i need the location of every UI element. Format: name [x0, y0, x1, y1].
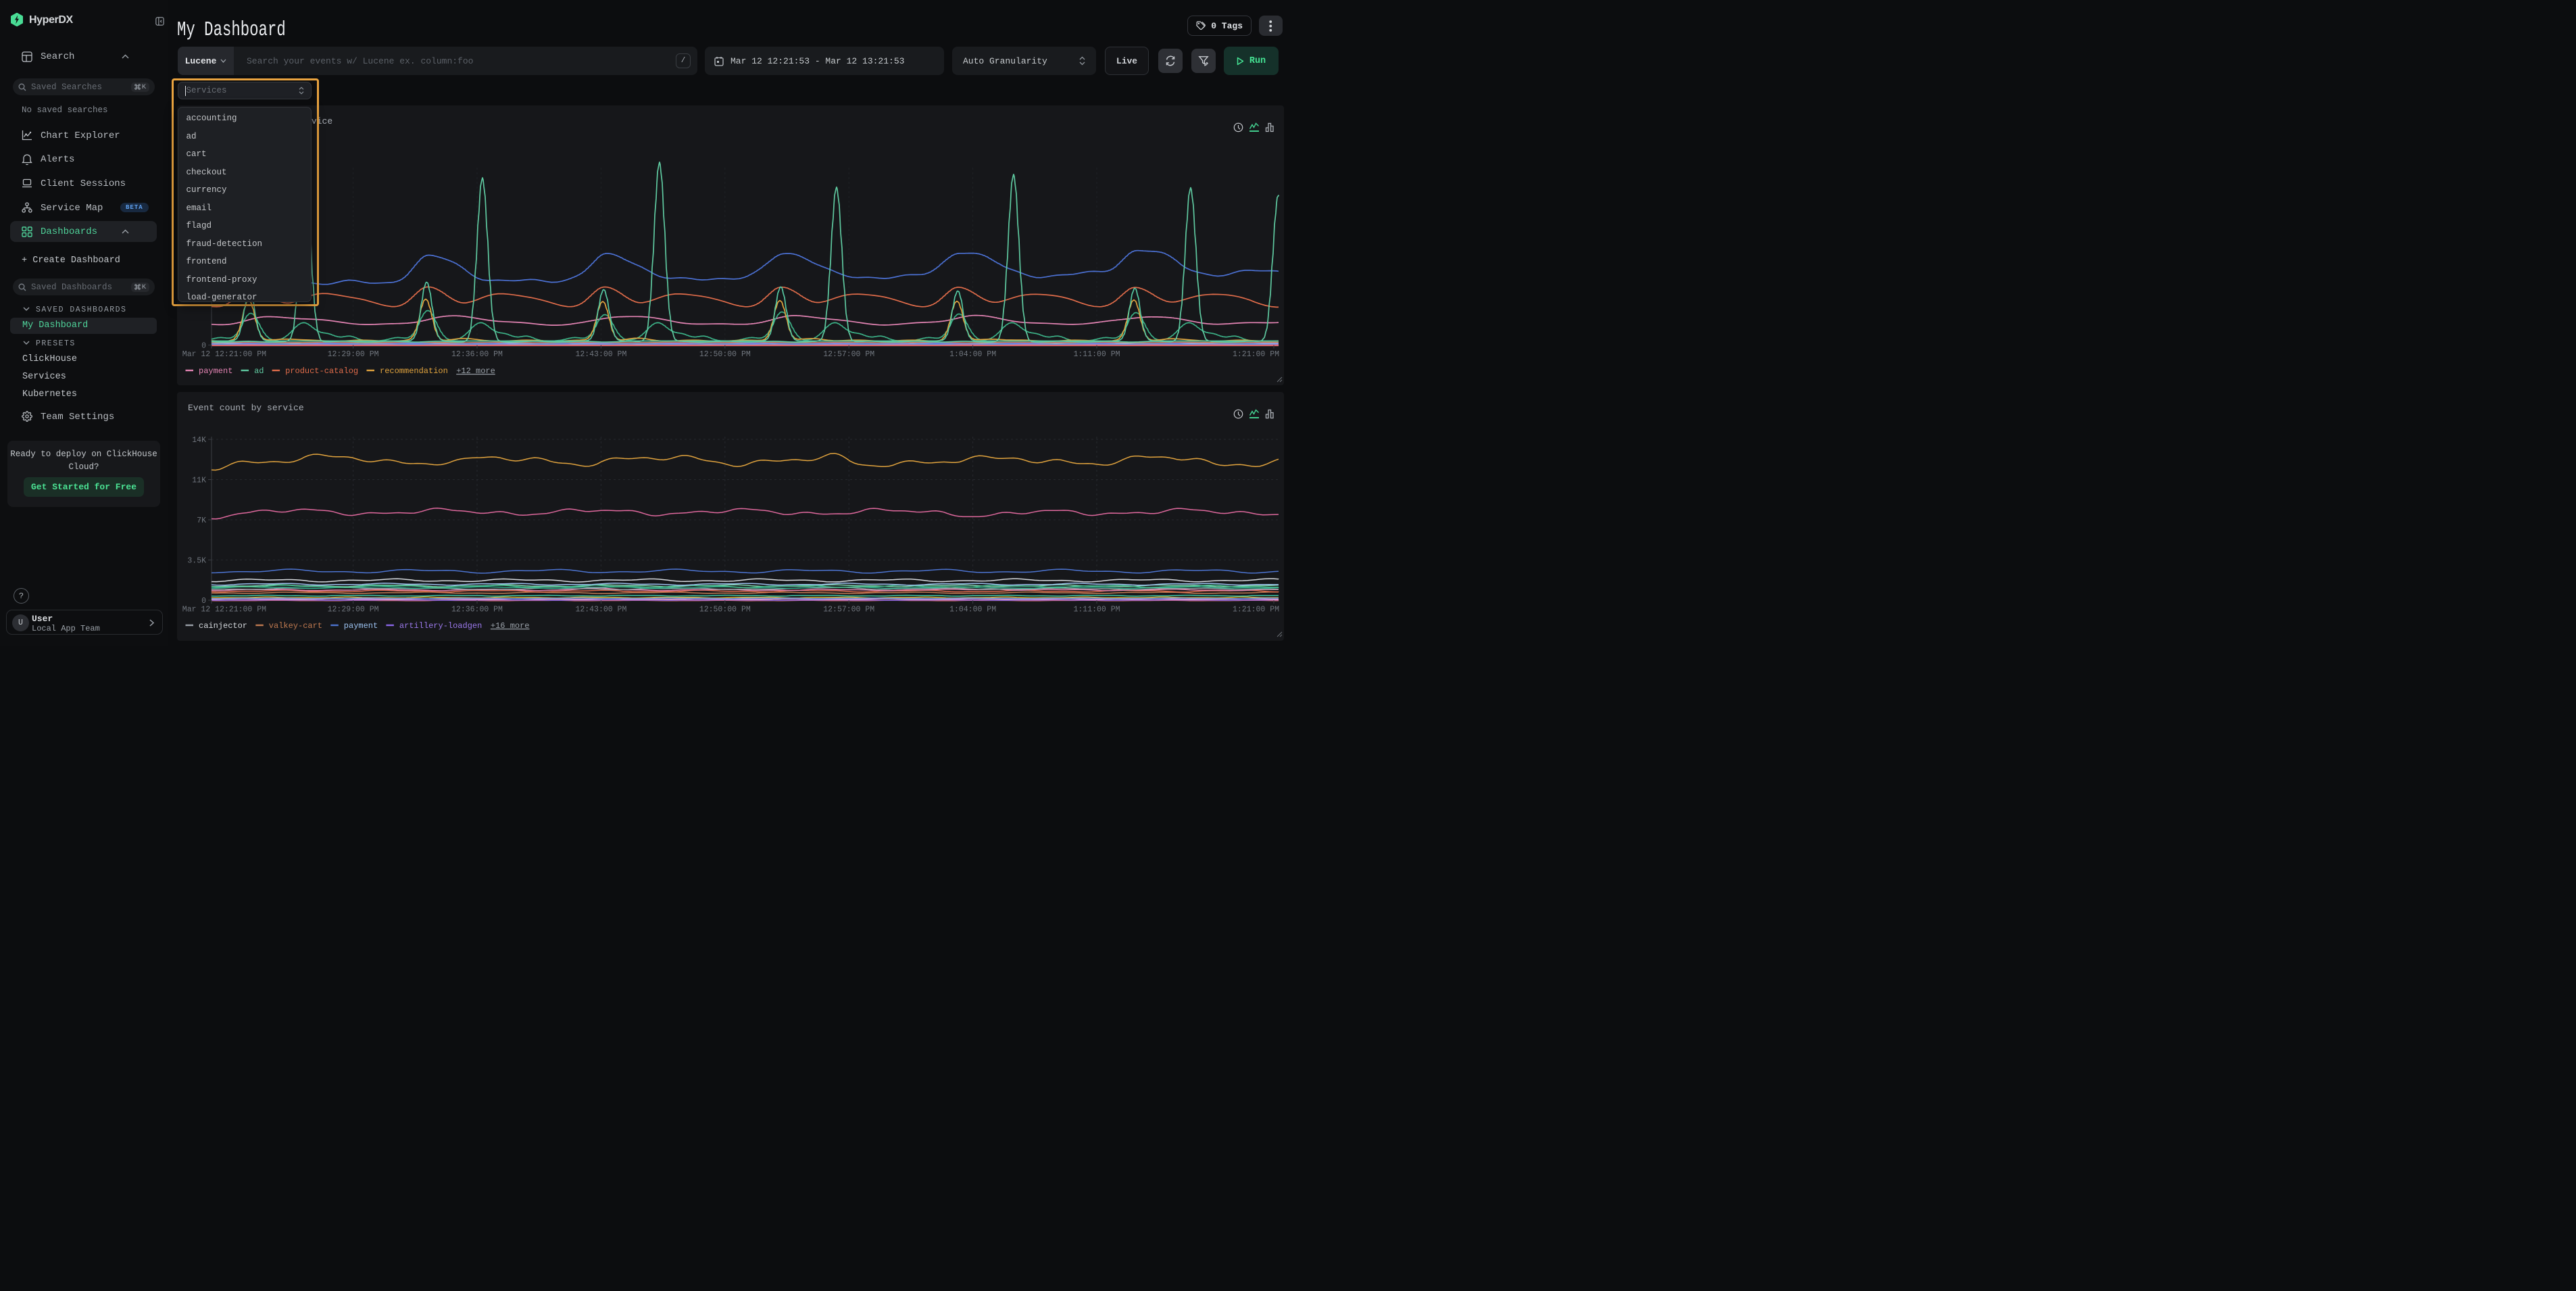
svg-text:1:11:00 PM: 1:11:00 PM: [1073, 606, 1120, 614]
svg-text:payment: payment: [199, 366, 232, 376]
svg-text:1:04:00 PM: 1:04:00 PM: [949, 606, 996, 614]
svg-text:recommendation: recommendation: [380, 366, 448, 376]
svg-text:+16 more: +16 more: [491, 621, 530, 631]
svg-text:ad: ad: [254, 366, 264, 376]
svg-text:artillery-loadgen: artillery-loadgen: [399, 621, 482, 631]
svg-text:1:21:00 PM: 1:21:00 PM: [1233, 606, 1279, 614]
svg-text:payment: payment: [344, 621, 378, 631]
svg-text:12:50:00 PM: 12:50:00 PM: [699, 350, 751, 359]
svg-text:12:57:00 PM: 12:57:00 PM: [823, 350, 874, 359]
svg-text:12:50:00 PM: 12:50:00 PM: [699, 606, 751, 614]
svg-text:14K: 14K: [192, 436, 206, 445]
svg-text:valkey-cart: valkey-cart: [269, 621, 322, 631]
svg-text:product-catalog: product-catalog: [285, 366, 358, 376]
svg-text:3.5K: 3.5K: [187, 557, 206, 566]
svg-text:1:11:00 PM: 1:11:00 PM: [1073, 350, 1120, 359]
svg-text:11K: 11K: [192, 477, 206, 485]
svg-text:Mar 12 12:21:00 PM: Mar 12 12:21:00 PM: [182, 606, 266, 614]
svg-text:12:29:00 PM: 12:29:00 PM: [328, 606, 379, 614]
svg-text:12:36:00 PM: 12:36:00 PM: [451, 606, 503, 614]
svg-text:1:04:00 PM: 1:04:00 PM: [949, 350, 996, 359]
svg-text:12:57:00 PM: 12:57:00 PM: [823, 606, 874, 614]
svg-text:12:43:00 PM: 12:43:00 PM: [575, 350, 626, 359]
svg-text:12:43:00 PM: 12:43:00 PM: [575, 606, 626, 614]
svg-text:0: 0: [201, 597, 206, 606]
svg-text:0: 0: [201, 341, 206, 350]
svg-text:1:21:00 PM: 1:21:00 PM: [1233, 350, 1279, 359]
svg-text:Mar 12 12:21:00 PM: Mar 12 12:21:00 PM: [182, 350, 266, 359]
svg-text:12:36:00 PM: 12:36:00 PM: [451, 350, 503, 359]
svg-text:12:29:00 PM: 12:29:00 PM: [328, 350, 379, 359]
svg-text:cainjector: cainjector: [199, 621, 247, 631]
svg-text:7K: 7K: [197, 516, 206, 525]
svg-text:+12 more: +12 more: [456, 366, 495, 376]
